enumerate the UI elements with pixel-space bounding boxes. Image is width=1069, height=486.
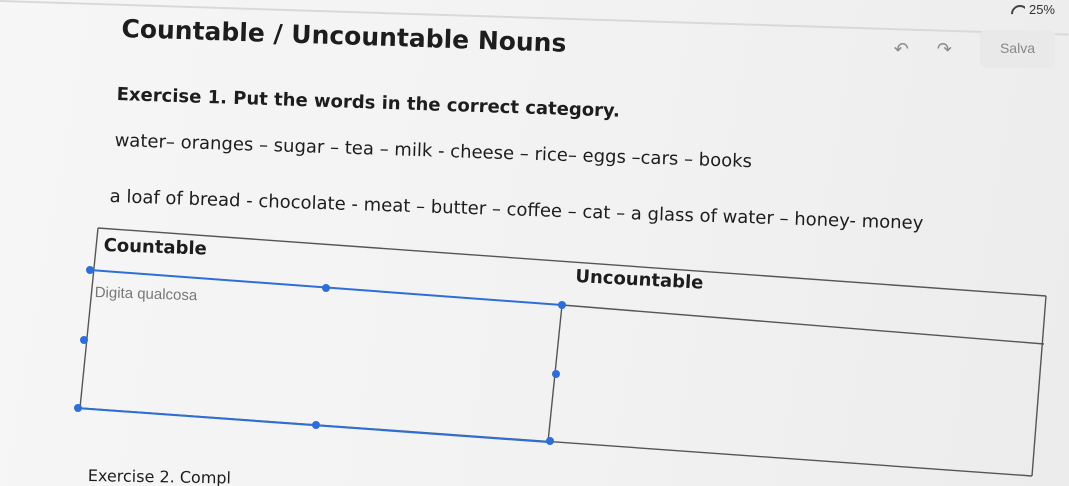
table-borders — [79, 227, 1047, 477]
selection-handle[interactable] — [322, 284, 330, 292]
selection-handle[interactable] — [558, 301, 566, 309]
countable-input[interactable]: Digita qualcosa — [94, 284, 197, 304]
selection-handle[interactable] — [552, 370, 560, 378]
selection-handle[interactable] — [74, 404, 82, 412]
header-countable: Countable — [103, 235, 208, 260]
document: Countable / Uncountable Nouns Exercise 1… — [0, 0, 1069, 486]
selection-handle[interactable] — [86, 266, 94, 274]
selection-handle[interactable] — [312, 421, 320, 429]
selection-handle[interactable] — [80, 336, 88, 344]
selection-handle[interactable] — [546, 437, 554, 445]
exercise-2-heading: Exercise 2. Compl — [87, 466, 232, 486]
